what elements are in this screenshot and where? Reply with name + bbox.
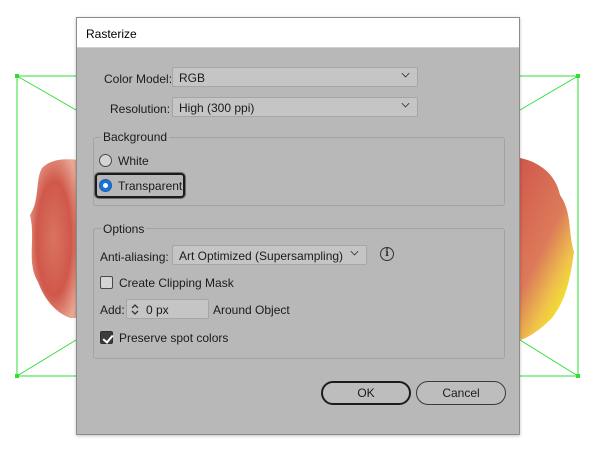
create-clipping-mask-label[interactable]: Create Clipping Mask xyxy=(119,276,234,290)
add-stepper[interactable]: 0 px xyxy=(126,299,209,319)
preserve-spot-colors-checkbox[interactable] xyxy=(100,331,113,344)
info-icon[interactable]: i xyxy=(380,247,394,261)
ok-button[interactable]: OK xyxy=(321,381,411,405)
transparent-radio[interactable] xyxy=(99,179,112,192)
color-model-value: RGB xyxy=(179,71,206,85)
background-group-title: Background xyxy=(101,130,170,144)
create-clipping-mask-checkbox[interactable] xyxy=(100,276,113,289)
left-watercolor-shape xyxy=(30,159,78,318)
add-label: Add: xyxy=(100,303,125,317)
anti-aliasing-label: Anti-aliasing: xyxy=(100,250,169,264)
resolution-select[interactable]: High (300 ppi) xyxy=(172,97,418,117)
right-watercolor-shape xyxy=(520,158,574,340)
preserve-spot-colors-label[interactable]: Preserve spot colors xyxy=(119,331,228,345)
color-model-select[interactable]: RGB xyxy=(172,67,418,87)
resolution-label: Resolution: xyxy=(110,102,171,116)
chevron-down-icon xyxy=(401,69,410,78)
cancel-button[interactable]: Cancel xyxy=(416,381,506,405)
rasterize-dialog: Rasterize Color Model: RGB Resolution: H… xyxy=(76,17,520,435)
add-value[interactable]: 0 px xyxy=(146,303,169,317)
anti-aliasing-select[interactable]: Art Optimized (Supersampling) xyxy=(172,245,367,265)
white-radio-label[interactable]: White xyxy=(118,154,149,168)
chevron-down-icon xyxy=(350,247,359,256)
stepper-icon[interactable] xyxy=(131,303,139,316)
anti-aliasing-value: Art Optimized (Supersampling) xyxy=(179,249,344,263)
transparent-radio-label[interactable]: Transparent xyxy=(118,179,182,193)
dialog-title: Rasterize xyxy=(77,18,519,48)
resolution-value: High (300 ppi) xyxy=(179,101,255,115)
around-object-label: Around Object xyxy=(213,303,290,317)
options-group-title: Options xyxy=(101,222,147,236)
chevron-down-icon xyxy=(401,99,410,108)
color-model-label: Color Model: xyxy=(104,72,173,86)
white-radio[interactable] xyxy=(99,154,112,167)
